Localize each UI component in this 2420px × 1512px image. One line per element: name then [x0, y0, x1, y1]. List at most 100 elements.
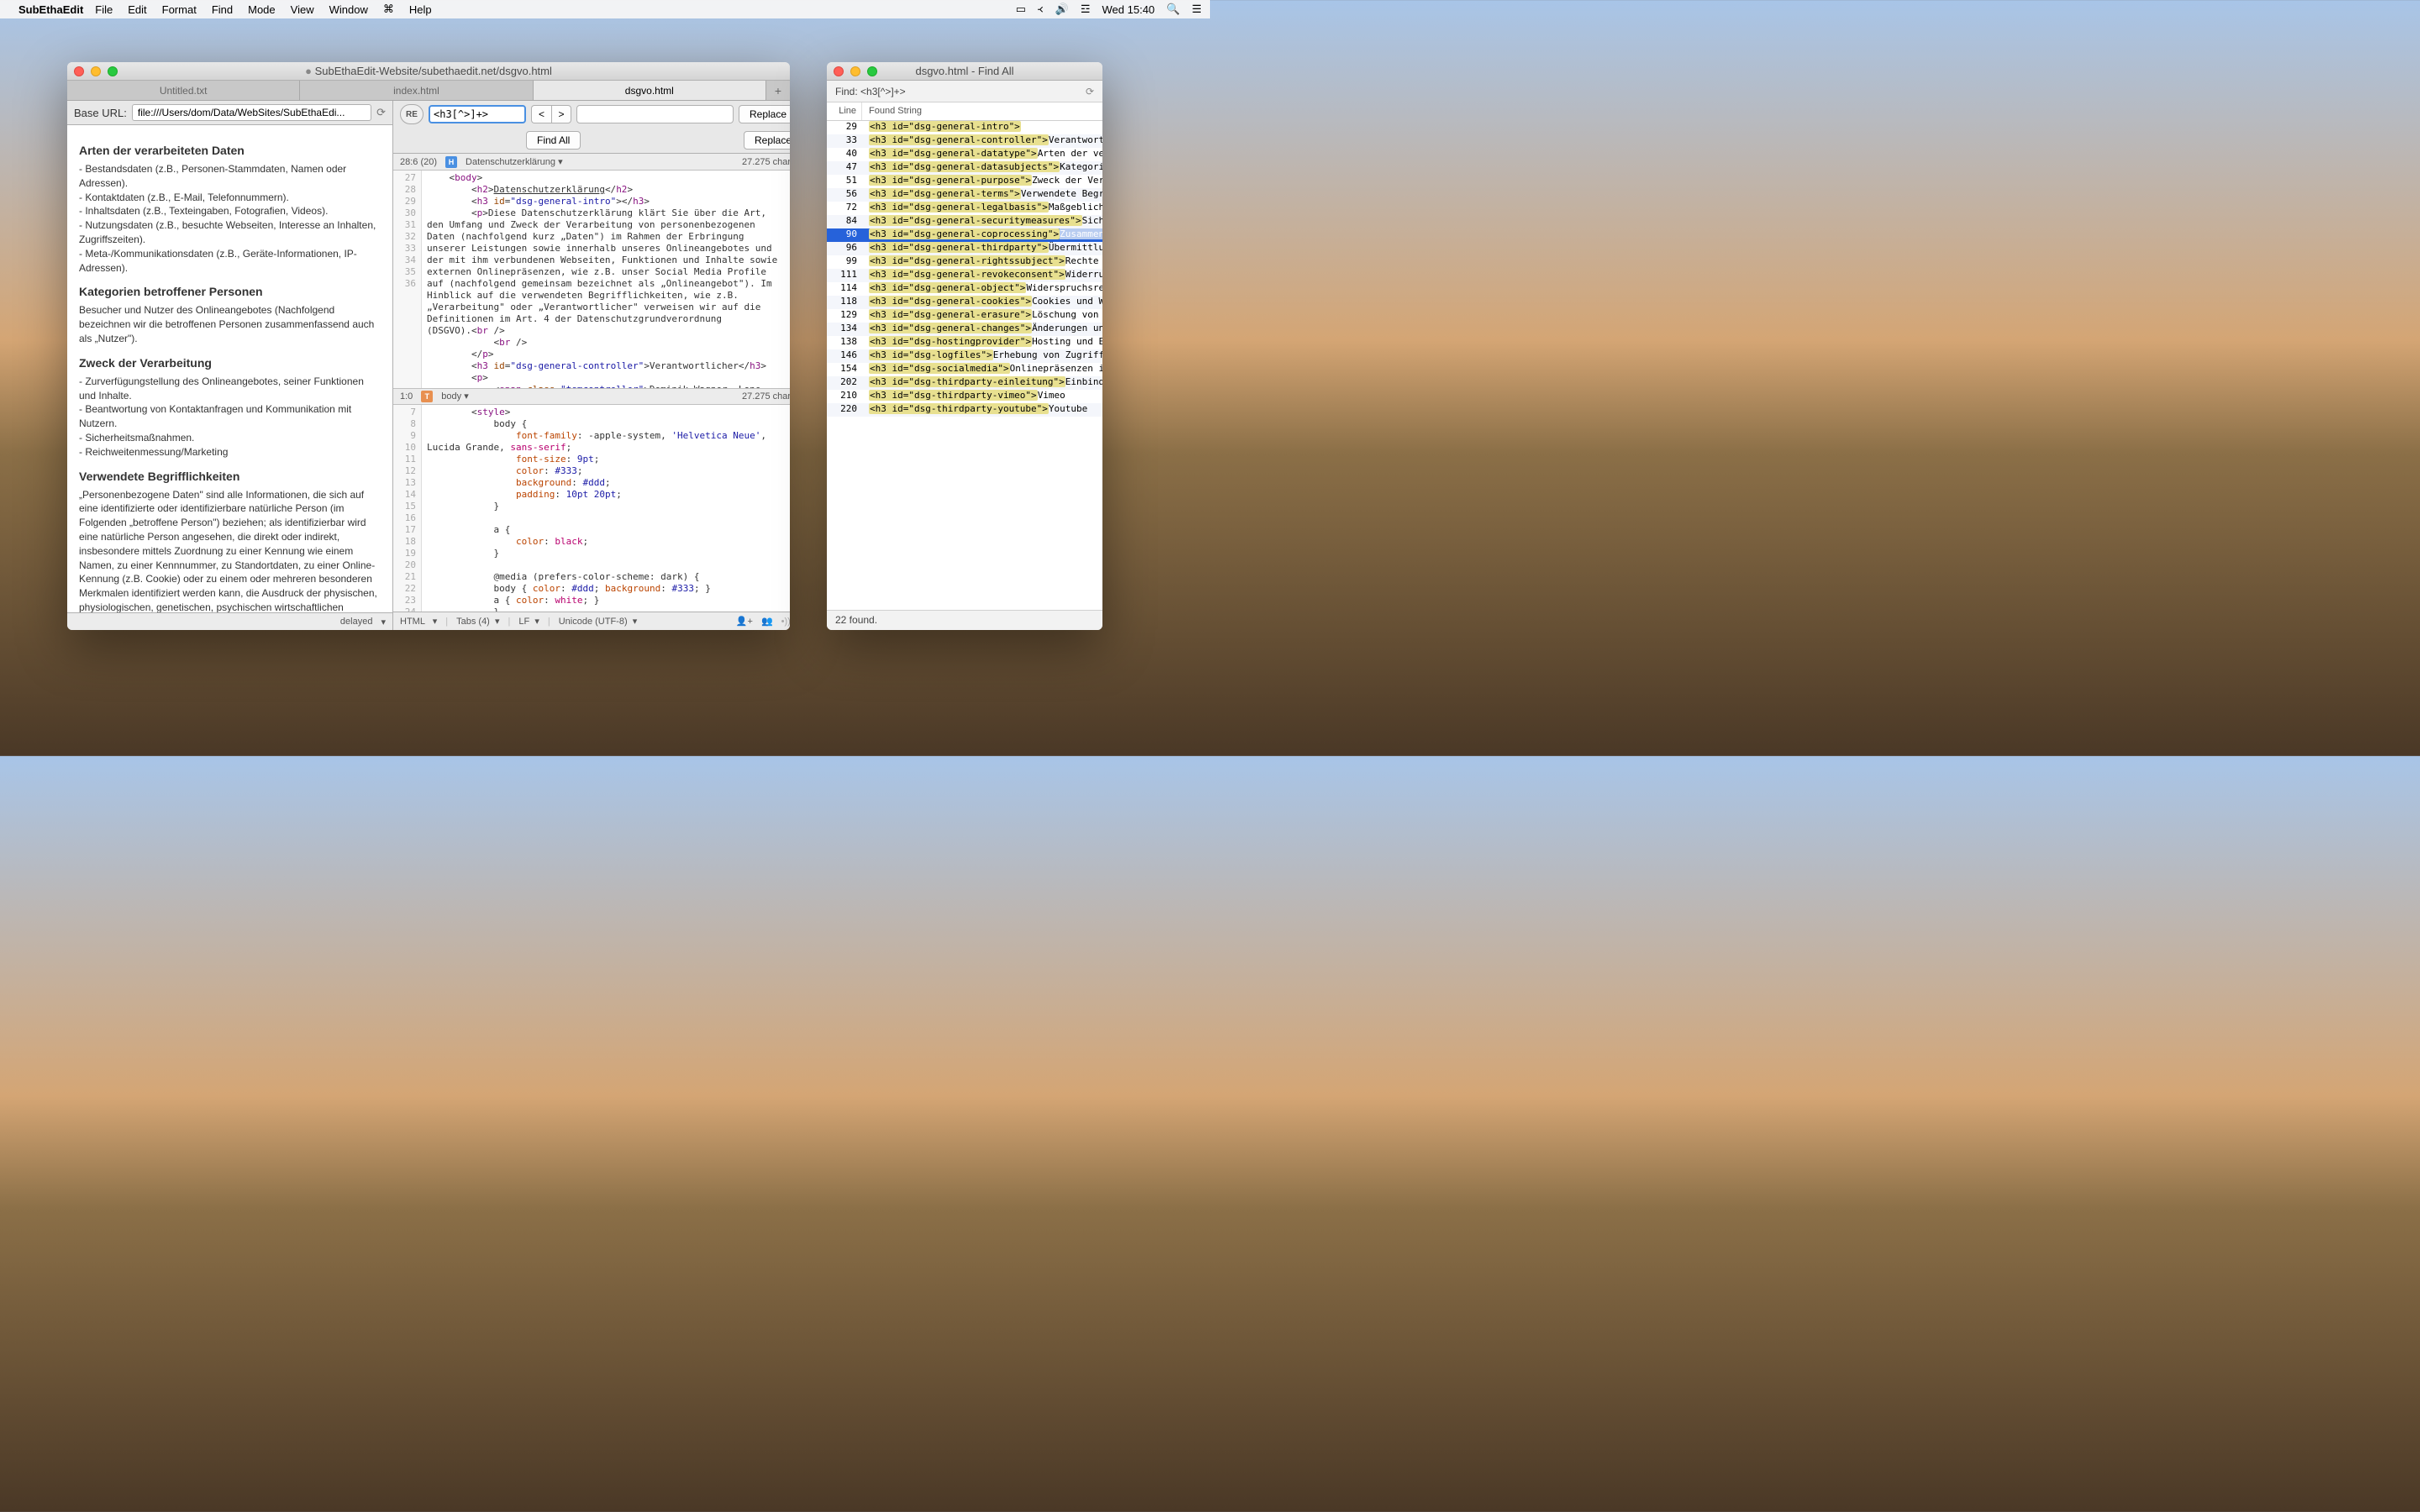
gutter: 27282930313233343536: [393, 171, 422, 388]
menu-mode[interactable]: Mode: [248, 3, 276, 16]
find-result-row[interactable]: 90<h3 id="dsg-general-coprocessing">Zusa…: [827, 228, 1102, 242]
find-result-row[interactable]: 51<h3 id="dsg-general-purpose">Zweck der…: [827, 175, 1102, 188]
menu-script-icon[interactable]: ⌘: [383, 3, 394, 16]
regex-toggle-icon[interactable]: RE: [400, 104, 424, 124]
menu-edit[interactable]: Edit: [128, 3, 146, 16]
replace-field[interactable]: [576, 105, 734, 123]
find-result-row[interactable]: 33<h3 id="dsg-general-controller">Verant…: [827, 134, 1102, 148]
menu-file[interactable]: File: [95, 3, 113, 16]
lang-select[interactable]: HTML ▾: [400, 616, 437, 627]
window-title: ● SubEthaEdit-Website/subethaedit.net/ds…: [305, 65, 552, 77]
refresh-icon[interactable]: ⟳: [1086, 86, 1094, 97]
collab-add-icon[interactable]: 👤+: [736, 616, 753, 627]
find-result-row[interactable]: 138<h3 id="dsg-hostingprovider">Hosting …: [827, 336, 1102, 349]
preview-heading: Verwendete Begrifflichkeiten: [79, 470, 381, 483]
lang-badge[interactable]: T: [421, 391, 433, 402]
base-url-bar: Base URL: ⟳: [67, 101, 392, 125]
broadcast-icon[interactable]: •)): [781, 617, 790, 627]
editor-window: ● SubEthaEdit-Website/subethaedit.net/ds…: [67, 62, 790, 630]
breadcrumb[interactable]: body ▾: [441, 391, 468, 402]
find-result-row[interactable]: 129<h3 id="dsg-general-erasure">Löschung…: [827, 309, 1102, 323]
base-url-label: Base URL:: [74, 107, 127, 119]
preview-text: „Personenbezogene Daten" sind alle Infor…: [79, 488, 381, 613]
menu-help[interactable]: Help: [409, 3, 432, 16]
menu-find[interactable]: Find: [212, 3, 233, 16]
airplay-icon[interactable]: ▭: [1016, 3, 1026, 16]
minimize-button[interactable]: [850, 66, 860, 76]
titlebar[interactable]: ● SubEthaEdit-Website/subethaedit.net/ds…: [67, 62, 790, 81]
find-next-button[interactable]: >: [551, 105, 571, 123]
close-button[interactable]: [74, 66, 84, 76]
find-result-row[interactable]: 72<h3 id="dsg-general-legalbasis">Maßgeb…: [827, 202, 1102, 215]
collab-users-icon[interactable]: 👥: [761, 616, 773, 627]
tabs-select[interactable]: Tabs (4) ▾: [456, 616, 499, 627]
editor-status-top: 28:6 (20) H Datenschutzerklärung ▾ 27.27…: [393, 154, 790, 171]
menu-window[interactable]: Window: [329, 3, 368, 16]
preview-heading: Zweck der Verarbeitung: [79, 356, 381, 370]
notification-center-icon[interactable]: ☰: [1192, 3, 1202, 16]
preview-delayed[interactable]: delayed: [340, 617, 373, 627]
code-content[interactable]: <style> body { font-family: -apple-syste…: [422, 405, 790, 612]
spotlight-icon[interactable]: 🔍: [1166, 3, 1180, 16]
code-content[interactable]: <body> <h2>Datenschutzerklärung</h2> <h3…: [422, 171, 790, 388]
editor-status-mid: 1:0 T body ▾ 27.275 characters: [393, 388, 790, 405]
find-result-row[interactable]: 114<h3 id="dsg-general-object">Widerspru…: [827, 282, 1102, 296]
find-header: Find: <h3[^>]+> ⟳: [827, 81, 1102, 102]
zoom-button[interactable]: [867, 66, 877, 76]
breadcrumb[interactable]: Datenschutzerklärung ▾: [466, 156, 563, 167]
preview-text: Besucher und Nutzer des Onlineangebotes …: [79, 303, 381, 345]
find-result-row[interactable]: 29<h3 id="dsg-general-intro">: [827, 121, 1102, 134]
find-result-row[interactable]: 99<h3 id="dsg-general-rightssubject">Rec…: [827, 255, 1102, 269]
code-editor-bottom[interactable]: 7891011121314151617181920212223242526 <s…: [393, 405, 790, 612]
tab-dsgvo[interactable]: dsgvo.html: [534, 81, 766, 100]
find-result-row[interactable]: 84<h3 id="dsg-general-securitymeasures">…: [827, 215, 1102, 228]
find-query-display: Find: <h3[^>]+>: [835, 86, 906, 97]
tab-untitled[interactable]: Untitled.txt: [67, 81, 300, 100]
find-result-row[interactable]: 111<h3 id="dsg-general-revokeconsent">Wi…: [827, 269, 1102, 282]
find-result-row[interactable]: 47<h3 id="dsg-general-datasubjects">Kate…: [827, 161, 1102, 175]
titlebar[interactable]: dsgvo.html - Find All: [827, 62, 1102, 81]
lineend-select[interactable]: LF ▾: [518, 616, 539, 627]
preview-pane[interactable]: Arten der verarbeiteten Daten - Bestands…: [67, 125, 393, 612]
col-found[interactable]: Found String: [862, 102, 1102, 120]
find-results[interactable]: 29<h3 id="dsg-general-intro">33<h3 id="d…: [827, 121, 1102, 610]
char-count: 27.275 characters: [742, 391, 790, 402]
refresh-icon[interactable]: ⟳: [376, 106, 386, 119]
find-result-row[interactable]: 40<h3 id="dsg-general-datatype">Arten de…: [827, 148, 1102, 161]
replace-all-button[interactable]: Replace All: [744, 131, 790, 150]
find-result-row[interactable]: 118<h3 id="dsg-general-cookies">Cookies …: [827, 296, 1102, 309]
base-url-field[interactable]: [132, 104, 371, 121]
lang-badge[interactable]: H: [445, 156, 457, 168]
minimize-button[interactable]: [91, 66, 101, 76]
wifi-icon[interactable]: ☲: [1081, 3, 1091, 16]
clock[interactable]: Wed 15:40: [1102, 3, 1155, 16]
find-result-row[interactable]: 56<h3 id="dsg-general-terms">Verwendete …: [827, 188, 1102, 202]
window-title: dsgvo.html - Find All: [915, 65, 1013, 77]
find-result-row[interactable]: 210<h3 id="dsg-thirdparty-vimeo">Vimeo: [827, 390, 1102, 403]
tab-index[interactable]: index.html: [300, 81, 533, 100]
find-result-row[interactable]: 134<h3 id="dsg-general-changes">Änderung…: [827, 323, 1102, 336]
find-result-row[interactable]: 154<h3 id="dsg-socialmedia">Onlinepräsen…: [827, 363, 1102, 376]
menu-format[interactable]: Format: [162, 3, 197, 16]
find-result-row[interactable]: 220<h3 id="dsg-thirdparty-youtube">Youtu…: [827, 403, 1102, 417]
find-field[interactable]: [429, 105, 526, 123]
app-name[interactable]: SubEthaEdit: [18, 3, 83, 16]
cursor-pos: 1:0: [400, 391, 413, 402]
zoom-button[interactable]: [108, 66, 118, 76]
menu-view[interactable]: View: [291, 3, 314, 16]
replace-button[interactable]: Replace: [739, 105, 790, 123]
find-result-row[interactable]: 96<h3 id="dsg-general-thirdparty">Übermi…: [827, 242, 1102, 255]
volume-icon[interactable]: 🔊: [1055, 3, 1069, 16]
find-prev-button[interactable]: <: [531, 105, 551, 123]
encoding-select[interactable]: Unicode (UTF-8) ▾: [559, 616, 638, 627]
code-editor-top[interactable]: 27282930313233343536 <body> <h2>Datensch…: [393, 171, 790, 388]
find-all-button[interactable]: Find All: [526, 131, 581, 150]
close-button[interactable]: [834, 66, 844, 76]
find-result-row[interactable]: 146<h3 id="dsg-logfiles">Erhebung von Zu…: [827, 349, 1102, 363]
gutter: 7891011121314151617181920212223242526: [393, 405, 422, 612]
preview-heading: Kategorien betroffener Personen: [79, 285, 381, 298]
add-tab-button[interactable]: +: [766, 81, 790, 100]
bluetooth-icon[interactable]: ᚜: [1038, 3, 1044, 16]
col-line[interactable]: Line: [827, 102, 862, 120]
find-result-row[interactable]: 202<h3 id="dsg-thirdparty-einleitung">Ei…: [827, 376, 1102, 390]
